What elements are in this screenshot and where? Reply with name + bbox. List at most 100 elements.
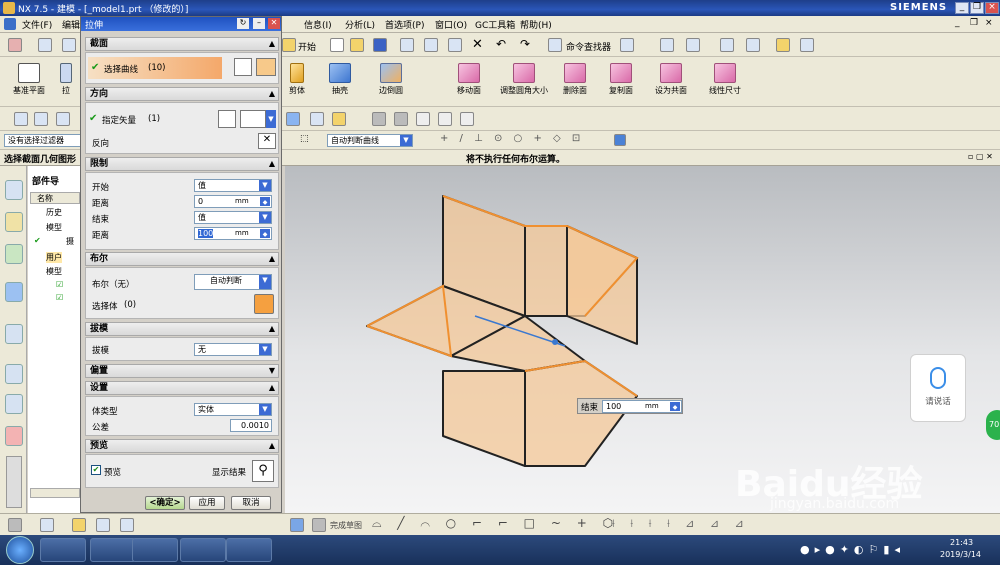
- color-icon[interactable]: [686, 38, 700, 52]
- start-distance-input[interactable]: 0 mm ◆: [194, 195, 272, 208]
- resize-blend-button[interactable]: 调整圆角大小: [498, 59, 550, 107]
- linear-dimension-button[interactable]: 线性尺寸: [700, 59, 750, 107]
- system-materials-icon[interactable]: [5, 394, 23, 414]
- render-icon-1[interactable]: [372, 112, 386, 126]
- clock-icon[interactable]: [5, 364, 23, 384]
- collapse-dialog-icon[interactable]: –: [253, 18, 265, 29]
- bottom-tool-icon-5[interactable]: [120, 518, 134, 532]
- tree-item-camera[interactable]: 摄: [66, 236, 74, 247]
- spin-icon[interactable]: ◆: [260, 197, 270, 206]
- new-file-icon[interactable]: [330, 38, 344, 52]
- view-icon-1[interactable]: [14, 112, 28, 126]
- command-finder-icon[interactable]: [548, 38, 562, 52]
- finish-sketch-label[interactable]: 完成草图: [330, 520, 362, 531]
- tree-item-model[interactable]: 模型: [46, 266, 62, 277]
- menu-gc-toolbox[interactable]: GC工具箱: [475, 18, 515, 31]
- minimize-button[interactable]: _: [955, 2, 969, 14]
- trim-body-button[interactable]: 剪体: [282, 59, 312, 107]
- resource-scrollbar[interactable]: [6, 456, 22, 508]
- body-type-dropdown[interactable]: 实体 ▼: [194, 403, 272, 416]
- bottom-tool-icon-1[interactable]: [8, 518, 22, 532]
- tree-item-user[interactable]: 用户: [46, 252, 62, 263]
- edit-object-icon[interactable]: [720, 38, 734, 52]
- tray-icons[interactable]: ●▸●✦◐⚐▮◂: [800, 543, 905, 556]
- name-column-header[interactable]: 名称: [30, 192, 80, 204]
- sketch-icon[interactable]: [290, 518, 304, 532]
- view-icon-4[interactable]: [286, 112, 300, 126]
- preview-header[interactable]: 预览 ▲: [85, 439, 279, 453]
- undo-icon[interactable]: ↶: [496, 37, 506, 51]
- menu-preferences[interactable]: 首选项(P): [385, 18, 424, 31]
- render-icon-2[interactable]: [394, 112, 408, 126]
- copy-icon[interactable]: [424, 38, 438, 52]
- boolean-dropdown[interactable]: 自动判断 ▼: [194, 274, 272, 290]
- menu-edit[interactable]: 编辑: [62, 18, 80, 31]
- body-cube-icon[interactable]: [254, 294, 274, 314]
- doc-restore-icon[interactable]: ❐: [970, 18, 978, 28]
- datum-plane-button[interactable]: 基准平面: [4, 59, 54, 107]
- layer-icon[interactable]: [660, 38, 674, 52]
- snap-point-icons[interactable]: + / ⊥ ⊙ ○ + ◇ ⊡: [440, 133, 584, 144]
- display-icon[interactable]: [746, 38, 760, 52]
- selection-filter-dropdown[interactable]: 没有选择过滤器: [4, 134, 82, 147]
- section-header[interactable]: 截面 ▲: [85, 37, 279, 51]
- pull-button[interactable]: 拉: [52, 59, 80, 107]
- measure-icon[interactable]: [800, 38, 814, 52]
- web-icon[interactable]: [38, 38, 52, 52]
- constraint-navigator-icon[interactable]: [5, 212, 23, 232]
- history-icon[interactable]: [5, 324, 23, 344]
- preview-checkbox[interactable]: ✔: [91, 465, 101, 475]
- bottom-tool-icon-2[interactable]: [40, 518, 54, 532]
- navigator-hscrollbar[interactable]: [30, 488, 80, 498]
- ruler-icon[interactable]: [776, 38, 790, 52]
- process-studio-icon[interactable]: [5, 426, 23, 446]
- open-folder-icon[interactable]: [350, 38, 364, 52]
- settings-header[interactable]: 设置 ▲: [85, 381, 279, 395]
- checkbox-icon-2[interactable]: ☑: [56, 293, 63, 302]
- menu-file[interactable]: 文件(F): [22, 18, 52, 31]
- taskbar-app-1[interactable]: [40, 538, 86, 562]
- edge-blend-button[interactable]: 边倒圆: [366, 59, 416, 107]
- finish-sketch-icon[interactable]: [312, 518, 326, 532]
- taskbar-app-browser[interactable]: [180, 538, 226, 562]
- limits-header[interactable]: 限制 ▲: [85, 157, 279, 171]
- dialog-close-icon[interactable]: ✕: [268, 18, 280, 29]
- view-icon-5[interactable]: [310, 112, 324, 126]
- sketch-edit-tools[interactable]: ⟊ ⟊ ⟊ ⟊ ⊿ ⊿ ⊿: [612, 517, 750, 531]
- close-button[interactable]: ×: [985, 2, 999, 14]
- tree-item-model-views[interactable]: 模型: [46, 222, 62, 233]
- render-icon-5[interactable]: [460, 112, 474, 126]
- tool-icon[interactable]: [62, 38, 76, 52]
- select-rect-icon[interactable]: ⬚: [300, 134, 309, 144]
- restore-button[interactable]: ❐: [970, 2, 984, 14]
- menu-info[interactable]: 信息(I): [304, 18, 332, 31]
- bottom-tool-icon-4[interactable]: [96, 518, 110, 532]
- tolerance-input[interactable]: 0.0010: [230, 419, 272, 432]
- shell-button[interactable]: 抽壳: [318, 59, 362, 107]
- draft-header[interactable]: 拔模 ▲: [85, 322, 279, 336]
- chevron-down-icon[interactable]: ▼: [266, 110, 276, 128]
- info-icon[interactable]: [620, 38, 634, 52]
- vector-dialog-icon[interactable]: [218, 110, 236, 128]
- part-navigator-icon[interactable]: [5, 244, 23, 264]
- boolean-header[interactable]: 布尔 ▲: [85, 252, 279, 266]
- start-icon-left[interactable]: [8, 38, 22, 52]
- apply-button[interactable]: 应用: [189, 496, 225, 510]
- command-finder-label[interactable]: 命令查找器: [566, 40, 611, 53]
- move-face-button[interactable]: 移动面: [444, 59, 494, 107]
- end-float-spin-icon[interactable]: ◆: [670, 402, 680, 411]
- reuse-library-icon[interactable]: [5, 282, 23, 302]
- make-coplanar-button[interactable]: 设为共面: [646, 59, 696, 107]
- menu-help[interactable]: 帮助(H): [520, 18, 552, 31]
- menu-window[interactable]: 窗口(O): [435, 18, 467, 31]
- render-icon-3[interactable]: [416, 112, 430, 126]
- reset-icon[interactable]: ↻: [237, 18, 249, 29]
- ok-button[interactable]: <确定>: [145, 496, 185, 510]
- render-icon-4[interactable]: [438, 112, 452, 126]
- taskbar-app-nx[interactable]: [226, 538, 272, 562]
- show-result-search-icon[interactable]: ⚲: [252, 460, 274, 482]
- copy-face-button[interactable]: 复制面: [596, 59, 646, 107]
- cancel-button[interactable]: 取消: [231, 496, 271, 510]
- vector-type-dropdown[interactable]: [240, 110, 266, 128]
- assembly-navigator-icon[interactable]: [5, 180, 23, 200]
